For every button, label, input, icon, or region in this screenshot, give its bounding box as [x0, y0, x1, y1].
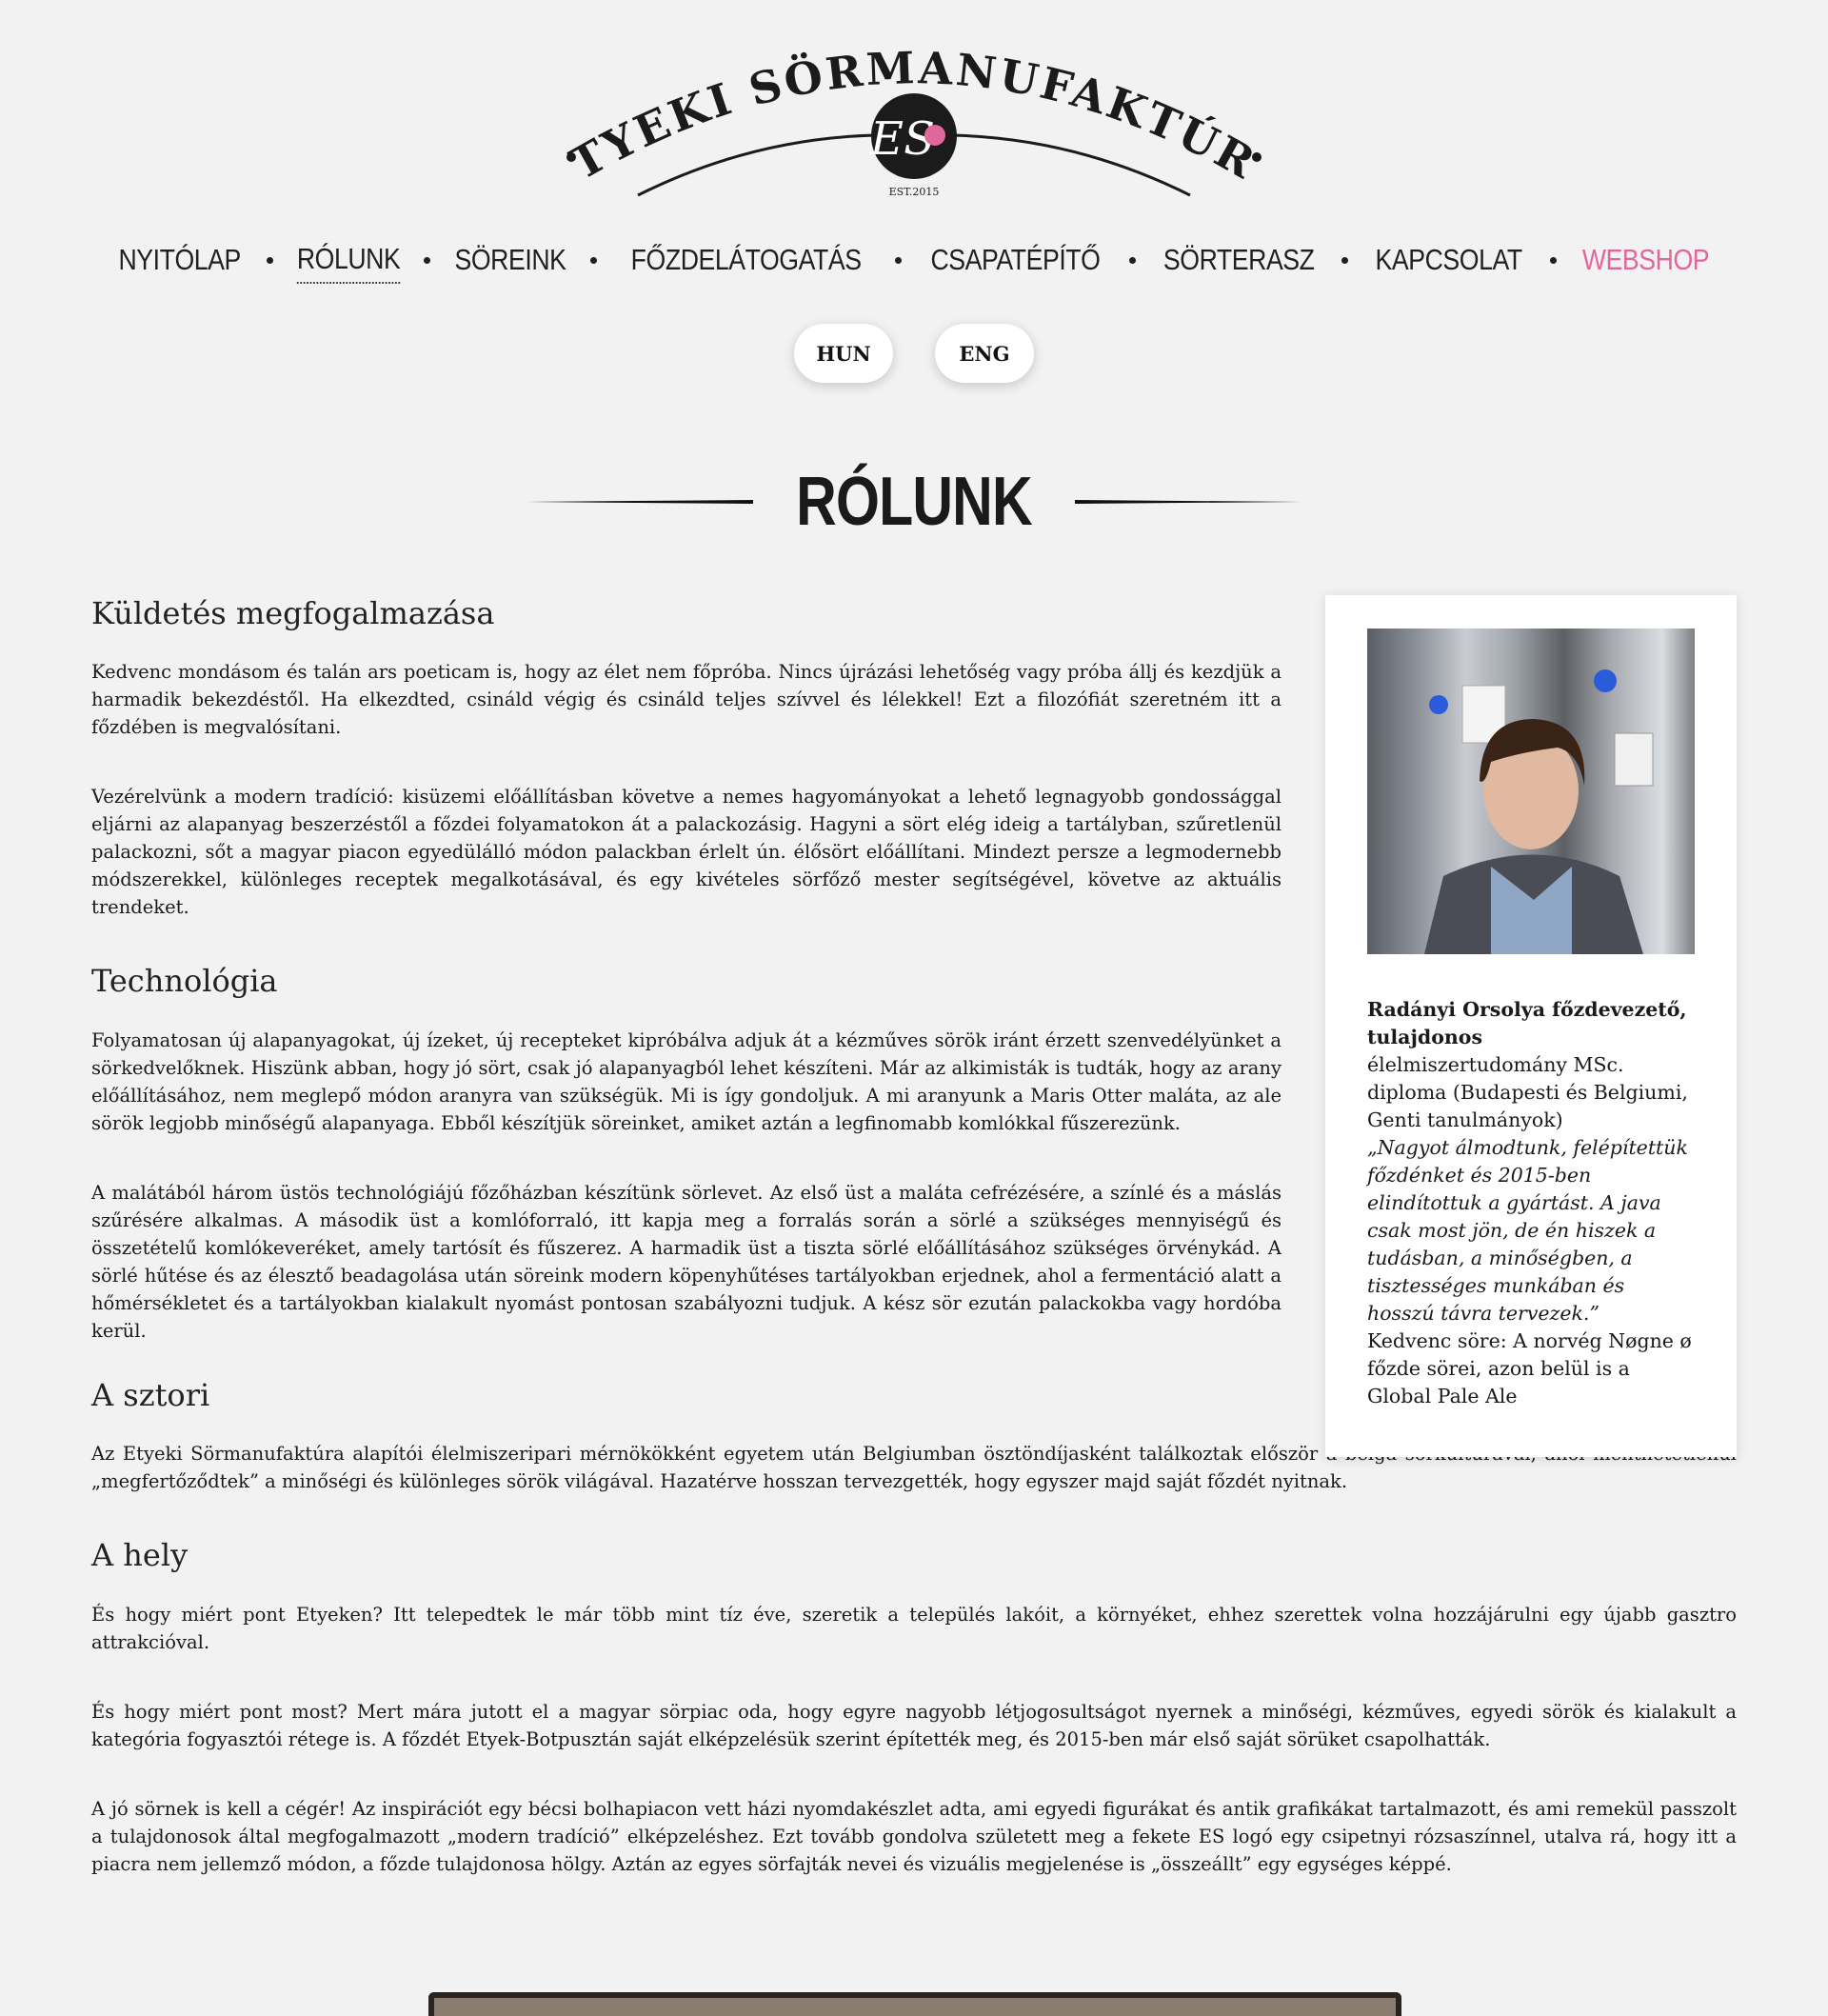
owner-bio: Radányi Orsolya főzdevezető, tulajdonos …: [1367, 996, 1695, 1410]
paragraph: Vezérelvünk a modern tradíció: kisüzemi …: [91, 786, 1282, 919]
section-technology: Technológia Folyamatosan új alapanyagoka…: [91, 963, 1282, 1344]
section-mission: Küldetés megfogalmazása Kedvenc mondásom…: [91, 595, 1282, 921]
nav-separator: [895, 256, 903, 264]
logo-graphic: ETYEKI SÖRMANUFAKTÚRA ES EST.2015: [543, 0, 1263, 198]
lang-hun-button[interactable]: HUN: [794, 324, 893, 383]
nav-item-fozdelatogatas[interactable]: FŐZDELÁTOGATÁS: [631, 237, 862, 283]
nav-item-sorterasz[interactable]: SÖRTERASZ: [1163, 237, 1315, 283]
paragraph: És hogy miért pont most? Mert mára jutot…: [91, 1700, 1737, 1750]
framed-image: [428, 1992, 1401, 2016]
section-heading: Küldetés megfogalmazása: [91, 595, 495, 631]
nav-separator: [1341, 256, 1349, 264]
nav-separator: [266, 256, 273, 264]
paragraph: A jó sörnek is kell a cégér! Az inspirác…: [91, 1797, 1737, 1875]
page-title: RÓLUNK: [796, 464, 1032, 540]
paragraph: Folyamatosan új alapanyagokat, új ízeket…: [91, 1028, 1282, 1134]
owner-card: Radányi Orsolya főzdevezető, tulajdonos …: [1325, 595, 1737, 1457]
nav-item-kapcsolat[interactable]: KAPCSOLAT: [1376, 237, 1523, 283]
lang-eng-button[interactable]: ENG: [935, 324, 1034, 383]
section-place: A hely És hogy miért pont Etyeken? Itt t…: [91, 1537, 1737, 1877]
nav-item-webshop[interactable]: WEBSHOP: [1582, 237, 1710, 283]
main-nav: NYITÓLAP RÓLUNK SÖREINK FŐZDELÁTOGATÁS C…: [0, 236, 1828, 284]
nav-separator: [589, 256, 597, 264]
nav-item-nyitolap[interactable]: NYITÓLAP: [119, 237, 242, 283]
brand-logo[interactable]: ETYEKI SÖRMANUFAKTÚRA ES EST.2015: [543, 0, 1266, 210]
owner-quote: „Nagyot álmodtunk, felépítettük főzdénke…: [1367, 1136, 1688, 1325]
nav-separator: [1129, 256, 1137, 264]
nav-item-rolunk[interactable]: RÓLUNK: [296, 236, 400, 284]
paragraph: Kedvenc mondásom és talán ars poeticam i…: [91, 661, 1282, 739]
section-heading: Technológia: [91, 963, 278, 1000]
owner-photo: [1367, 629, 1695, 954]
title-rule-right: [1074, 500, 1301, 504]
nav-separator: [1549, 256, 1557, 264]
logo-monogram: ES: [869, 112, 935, 166]
paragraph: És hogy miért pont Etyeken? Itt telepedt…: [91, 1603, 1737, 1653]
paragraph: A malátából három üstös technológiájú fő…: [91, 1181, 1282, 1342]
language-switcher: HUN ENG: [0, 324, 1828, 383]
nav-separator: [423, 256, 430, 264]
logo-est: EST.2015: [889, 186, 940, 198]
section-heading: A hely: [91, 1537, 189, 1574]
owner-degree: élelmiszertudomány MSc. diploma (Budapes…: [1367, 1053, 1688, 1131]
owner-name: Radányi Orsolya főzdevezető, tulajdonos: [1367, 998, 1687, 1048]
nav-item-csapatepito[interactable]: CSAPATÉPÍTŐ: [931, 237, 1101, 283]
nav-item-soreink[interactable]: SÖREINK: [454, 237, 566, 283]
title-rule-left: [527, 500, 754, 504]
owner-favorite: Kedvenc söre: A norvég Nøgne ø főzde sör…: [1367, 1329, 1692, 1407]
page-title-block: RÓLUNK: [527, 459, 1301, 545]
